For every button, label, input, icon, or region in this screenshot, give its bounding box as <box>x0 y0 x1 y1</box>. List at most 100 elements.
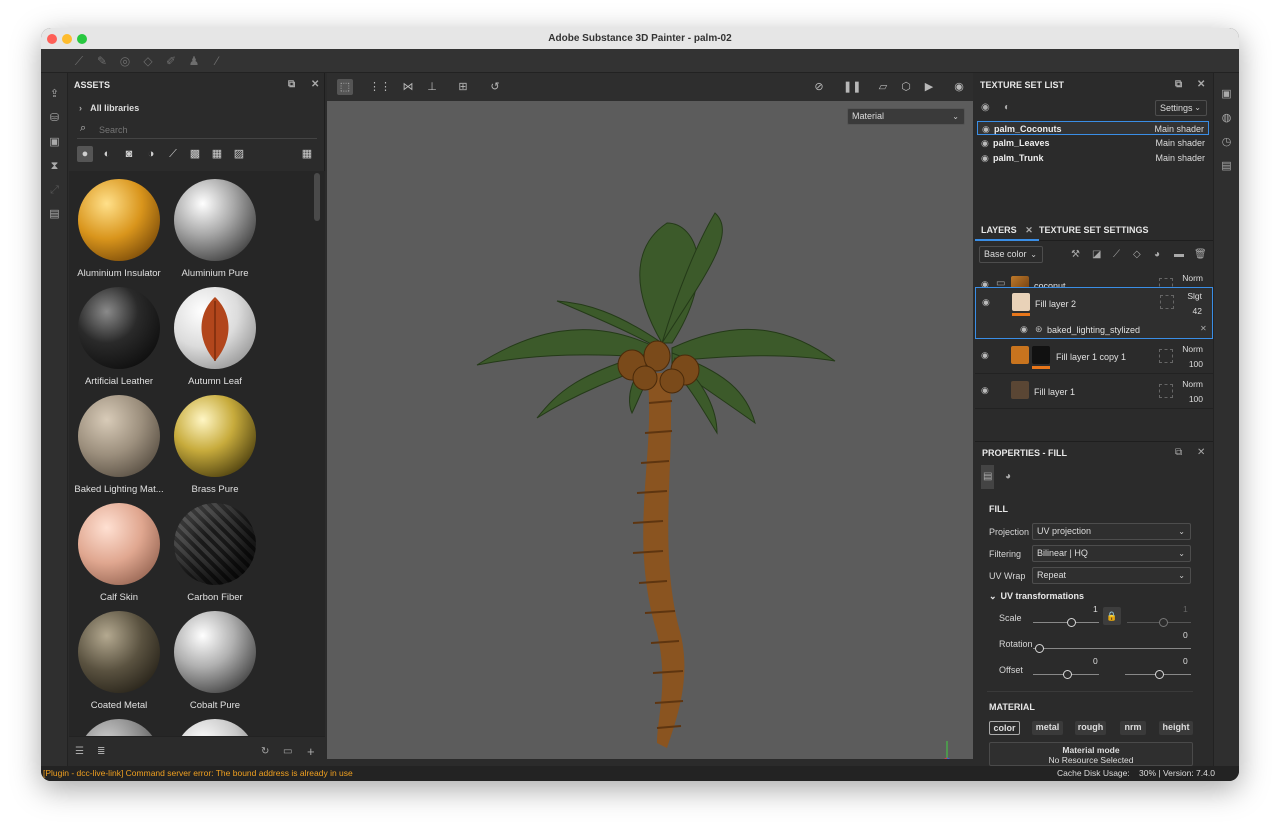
offset-value-2[interactable]: 0 <box>1183 656 1188 666</box>
eye-icon[interactable]: ◉ <box>981 151 989 165</box>
texture-set-shader[interactable]: Main shader <box>1154 122 1204 136</box>
asset-tile[interactable] <box>71 719 167 736</box>
filter-list-icon[interactable]: ≣ <box>97 740 105 764</box>
history-icon[interactable]: ◷ <box>1219 135 1234 150</box>
texture-set-row[interactable]: ◉ palm_Leaves Main shader <box>977 136 1209 150</box>
asset-tile[interactable]: Brass Pure <box>167 395 263 501</box>
filter-materials-icon[interactable]: ● <box>77 146 93 162</box>
log-icon[interactable]: ▤ <box>1219 159 1234 174</box>
geometry-mask-icon[interactable]: ◇ <box>141 54 155 68</box>
scale-slider-knob[interactable] <box>1067 618 1076 627</box>
minimize-window-button[interactable] <box>62 34 72 44</box>
material-mode-box[interactable]: Material mode No Resource Selected <box>989 742 1193 766</box>
filter-brushes-icon[interactable]: ⟋ <box>165 146 181 162</box>
assets-scrollbar[interactable] <box>314 173 320 221</box>
offset-slider-knob[interactable] <box>1063 670 1072 679</box>
close-window-button[interactable] <box>47 34 57 44</box>
projection-select[interactable]: UV projection ⌄ <box>1032 523 1191 540</box>
asset-tile[interactable]: Autumn Leaf <box>167 287 263 393</box>
eye-icon[interactable]: ◉ <box>982 122 990 136</box>
eye-icon[interactable]: ◐ <box>1004 97 1010 119</box>
bake-icon[interactable]: ⛁ <box>47 111 62 126</box>
eraser-icon[interactable]: ✎ <box>95 54 109 68</box>
texture-set-row[interactable]: ◉ palm_Coconuts Main shader <box>977 121 1209 135</box>
layer-blend-mode[interactable]: Norm <box>1182 273 1203 283</box>
mesh-icon[interactable]: ▣ <box>47 135 62 150</box>
texture-set-row[interactable]: ◉ palm_Trunk Main shader <box>977 151 1209 165</box>
channel-rough-toggle[interactable]: rough <box>1075 721 1106 735</box>
tab-layers[interactable]: LAYERS ✕ <box>975 219 1039 241</box>
asset-tile[interactable]: Cobalt Pure <box>167 611 263 717</box>
paint-brush-icon[interactable]: ⟋ <box>72 54 86 68</box>
smudge-icon[interactable]: ✐ <box>164 54 178 68</box>
document-icon[interactable]: ▤ <box>47 207 62 222</box>
list-view-icon[interactable]: ☰ <box>75 740 84 764</box>
tab-texture-set-settings[interactable]: TEXTURE SET SETTINGS <box>1039 219 1149 241</box>
effect-name[interactable]: baked_lighting_stylized <box>1047 325 1140 335</box>
history-icon[interactable]: ⧗ <box>47 159 62 174</box>
layer-opacity[interactable]: 100 <box>1189 394 1203 404</box>
scale-slider-track[interactable] <box>1033 622 1099 623</box>
filter-alphas-icon[interactable]: ▩ <box>187 146 203 162</box>
channel-color-toggle[interactable]: color <box>989 721 1020 735</box>
scale-value[interactable]: 1 <box>1093 604 1098 614</box>
uv-transformations-toggle[interactable]: ⌄ UV transformations <box>989 591 1084 602</box>
undock-icon[interactable]: ⧉ <box>1175 442 1182 464</box>
eye-icon[interactable]: ◉ <box>981 385 989 396</box>
filter-generators-icon[interactable]: ◑ <box>143 146 159 162</box>
settings-dropdown[interactable]: Settings ⌄ <box>1155 100 1207 116</box>
layer-mask[interactable] <box>1160 295 1174 309</box>
filter-smart-materials-icon[interactable]: ◐ <box>99 146 115 162</box>
layer-opacity[interactable]: 100 <box>1189 359 1203 369</box>
close-icon[interactable]: ✕ <box>1200 324 1207 333</box>
close-icon[interactable]: ✕ <box>1025 225 1033 235</box>
layer-mask[interactable] <box>1159 384 1173 398</box>
offset-value-1[interactable]: 0 <box>1093 656 1098 666</box>
rotation-slider-track[interactable] <box>1033 648 1191 649</box>
eye-icon[interactable]: ◉ <box>1020 324 1028 335</box>
channel-select[interactable]: Base color ⌄ <box>979 246 1043 263</box>
projection-icon[interactable]: ◎ <box>118 54 132 68</box>
texture-set-shader[interactable]: Main shader <box>1155 151 1205 165</box>
asset-tile[interactable] <box>167 719 263 736</box>
add-fill-layer-icon[interactable]: ◇ <box>1133 242 1141 268</box>
eye-icon[interactable]: ◉ <box>982 297 990 308</box>
filter-environments-icon[interactable]: ▨ <box>231 146 247 162</box>
filtering-select[interactable]: Bilinear | HQ ⌄ <box>1032 545 1191 562</box>
export-icon[interactable]: ⇪ <box>47 87 62 102</box>
plugin-icon[interactable]: ⤢ <box>47 183 62 198</box>
close-icon[interactable]: ✕ <box>311 73 319 97</box>
layer-row[interactable]: ◉ Fill layer 1 Norm 100 <box>975 375 1213 409</box>
scale-value-2[interactable]: 1 <box>1183 604 1188 614</box>
asset-tile[interactable]: Baked Lighting Mat... <box>71 395 167 501</box>
search-input[interactable] <box>99 123 299 137</box>
asset-tile[interactable]: Artificial Leather <box>71 287 167 393</box>
layer-opacity[interactable]: 42 <box>1193 306 1202 316</box>
add-paint-layer-icon[interactable]: ⟋ <box>1113 242 1120 268</box>
3d-viewport[interactable]: ⬚ ⋮⋮ ⋈ ⊥ ⊞ ↺ ⊘ ❚❚ ▱ ⬡ ▶ ◉ Material ⌄ <box>327 73 973 759</box>
filter-masks-icon[interactable]: ◙ <box>121 146 137 162</box>
color-picker-icon[interactable]: ⁄ <box>210 54 224 68</box>
asset-tile[interactable]: Carbon Fiber <box>167 503 263 609</box>
offset-slider-knob-2[interactable] <box>1155 670 1164 679</box>
eye-icon[interactable]: ◉ <box>981 136 989 150</box>
folder-icon[interactable]: ▭ <box>283 740 292 764</box>
asset-tile[interactable]: Aluminium Insulator <box>71 179 167 285</box>
channel-metal-toggle[interactable]: metal <box>1032 721 1063 735</box>
scale-slider-knob-2[interactable] <box>1159 618 1168 627</box>
channel-height-toggle[interactable]: height <box>1159 721 1193 735</box>
add-icon[interactable]: + <box>307 740 315 764</box>
grid-view-icon[interactable]: ▦ <box>299 146 315 162</box>
layer-blend-mode[interactable]: Norm <box>1182 379 1203 389</box>
layer-blend-mode[interactable]: Norm <box>1182 344 1203 354</box>
display-settings-icon[interactable]: ▣ <box>1219 87 1234 102</box>
filter-textures-icon[interactable]: ▦ <box>209 146 225 162</box>
asset-tile[interactable]: Coated Metal <box>71 611 167 717</box>
asset-tile[interactable]: Calf Skin <box>71 503 167 609</box>
layer-row[interactable]: ◉ Fill layer 2 Slgt 42 ◉ ⊛ baked_lightin… <box>975 287 1213 339</box>
rotation-value[interactable]: 0 <box>1183 630 1188 640</box>
layer-properties-icon[interactable]: ▤ <box>981 465 995 489</box>
all-libraries[interactable]: › All libraries <box>79 103 139 113</box>
add-smart-material-icon[interactable]: ◕ <box>1154 242 1160 268</box>
layer-blend-mode[interactable]: Slgt <box>1187 291 1202 301</box>
